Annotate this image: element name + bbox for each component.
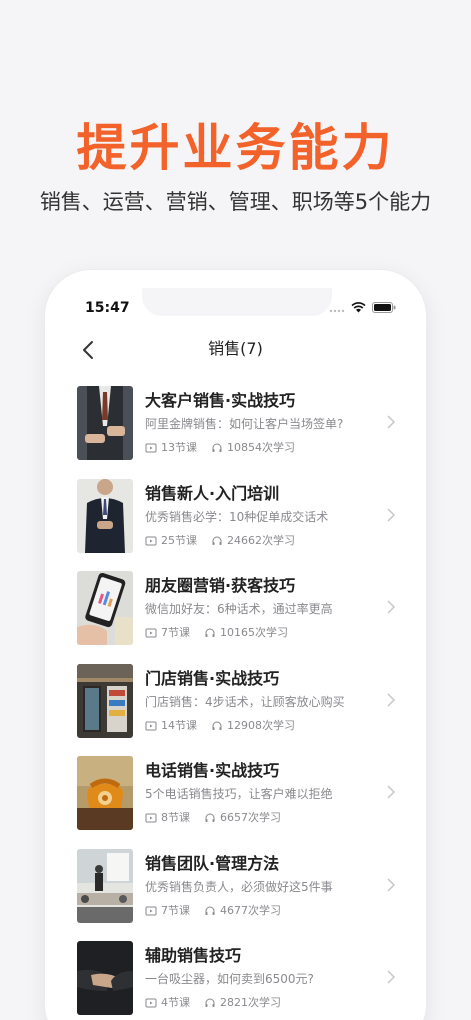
headphones-icon [212,721,222,730]
course-list: 大客户销售·实战技巧 阿里金牌销售：如何让客户当场签单? 13节课 10854次… [61,386,410,1020]
lesson-count: 25节课 [161,533,197,547]
list-item[interactable]: 销售新人·入门培训 优秀销售必学：10种促单成交话术 25节课 24662次学习 [61,478,410,572]
course-meta: 7节课 10165次学习 [145,625,288,641]
phone-notch [142,288,332,316]
signal-icon [329,309,345,312]
study-count: 10165次学习 [220,626,288,639]
chevron-right-icon [387,970,396,984]
hero-title: 提升业务能力 [76,119,395,177]
course-thumbnail [77,848,133,923]
video-icon [145,536,157,545]
study-count: 2821次学习 [220,996,281,1009]
hero-subtitle: 销售、运营、营销、管理、职场等5个能力 [39,190,432,214]
video-icon [145,721,157,730]
list-item[interactable]: 电话销售·实战技巧 5个电话销售技巧，让客户难以拒绝 8节课 6657次学习 [61,756,410,849]
list-item[interactable]: 朋友圈营销·获客技巧 微信加好友：6种话术，通过率更高 7节课 10165次学习 [61,571,410,664]
study-count: 10854次学习 [227,441,295,454]
course-thumbnail [77,386,133,460]
course-title: 门店销售·实战技巧 [145,668,280,688]
course-title: 朋友圈营销·获客技巧 [145,576,296,595]
lesson-count: 4节课 [161,996,190,1009]
phone-frame: 15:47 销售(7) 大客户销售·实战技巧 阿里金牌销售：如何让客户当场签单?… [45,270,426,1020]
list-item[interactable]: 大客户销售·实战技巧 阿里金牌销售：如何让客户当场签单? 13节课 10854次… [61,386,410,479]
chevron-right-icon [387,785,396,799]
headphones-icon [205,628,215,637]
lesson-count: 8节课 [161,811,190,824]
course-meta: 7节课 4677次学习 [145,903,281,919]
wifi-icon [351,302,366,313]
chevron-right-icon [387,415,396,429]
chevron-right-icon [387,877,396,892]
lesson-count: 14节课 [161,718,197,732]
course-thumbnail [77,571,133,645]
course-thumbnail [77,663,133,738]
headphones-icon [205,813,215,822]
course-meta: 4节课 2821次学习 [145,995,281,1011]
video-icon [145,813,157,823]
course-meta: 8节课 6657次学习 [145,810,281,826]
course-thumbnail [77,478,133,553]
page-title: 销售(7) [208,339,263,358]
study-count: 12908次学习 [227,718,295,732]
list-item[interactable]: 销售团队·管理方法 优秀销售负责人，必须做好这5件事 7节课 4677次学习 [61,848,410,942]
video-icon [145,998,157,1008]
headphones-icon [212,536,222,545]
course-desc: 优秀销售负责人，必须做好这5件事 [145,879,333,894]
video-icon [145,628,157,638]
status-icons [329,302,396,313]
video-icon [145,443,157,453]
course-title: 销售团队·管理方法 [145,853,280,873]
study-count: 24662次学习 [227,533,295,547]
course-desc: 门店销售：4步话术，让顾客放心购买 [145,694,345,709]
course-title: 大客户销售·实战技巧 [145,391,296,410]
course-meta: 14节课 12908次学习 [145,718,295,734]
headphones-icon [205,906,215,915]
video-icon [145,906,157,915]
status-time: 15:47 [85,300,130,316]
lesson-count: 7节课 [161,626,190,639]
course-thumbnail [77,941,133,1015]
course-title: 辅助销售技巧 [145,946,242,965]
lesson-count: 13节课 [161,441,197,454]
chevron-right-icon [387,692,396,707]
course-meta: 25节课 24662次学习 [145,533,295,549]
course-desc: 优秀销售必学：10种促单成交话术 [145,509,329,524]
list-item[interactable]: 辅助销售技巧 一台吸尘器，如何卖到6500元? 4节课 2821次学习 [61,941,410,1020]
course-desc: 一台吸尘器，如何卖到6500元? [145,972,314,986]
course-desc: 阿里金牌销售：如何让客户当场签单? [145,417,344,431]
battery-icon [372,302,396,313]
lesson-count: 7节课 [161,903,190,917]
headphones-icon [212,443,222,452]
chevron-right-icon [387,507,396,522]
study-count: 6657次学习 [220,811,281,824]
list-item[interactable]: 门店销售·实战技巧 门店销售：4步话术，让顾客放心购买 14节课 12908次学… [61,663,410,757]
study-count: 4677次学习 [220,903,281,917]
chevron-right-icon [387,600,396,614]
phone-screen: 15:47 销售(7) 大客户销售·实战技巧 阿里金牌销售：如何让客户当场签单?… [61,288,410,1020]
course-title: 销售新人·入门培训 [145,483,280,503]
course-thumbnail [77,756,133,830]
course-desc: 5个电话销售技巧，让客户难以拒绝 [145,787,333,801]
headphones-icon [205,998,215,1007]
course-desc: 微信加好友：6种话术，通过率更高 [145,602,333,616]
course-title: 电话销售·实战技巧 [145,761,280,780]
course-meta: 13节课 10854次学习 [145,440,295,456]
